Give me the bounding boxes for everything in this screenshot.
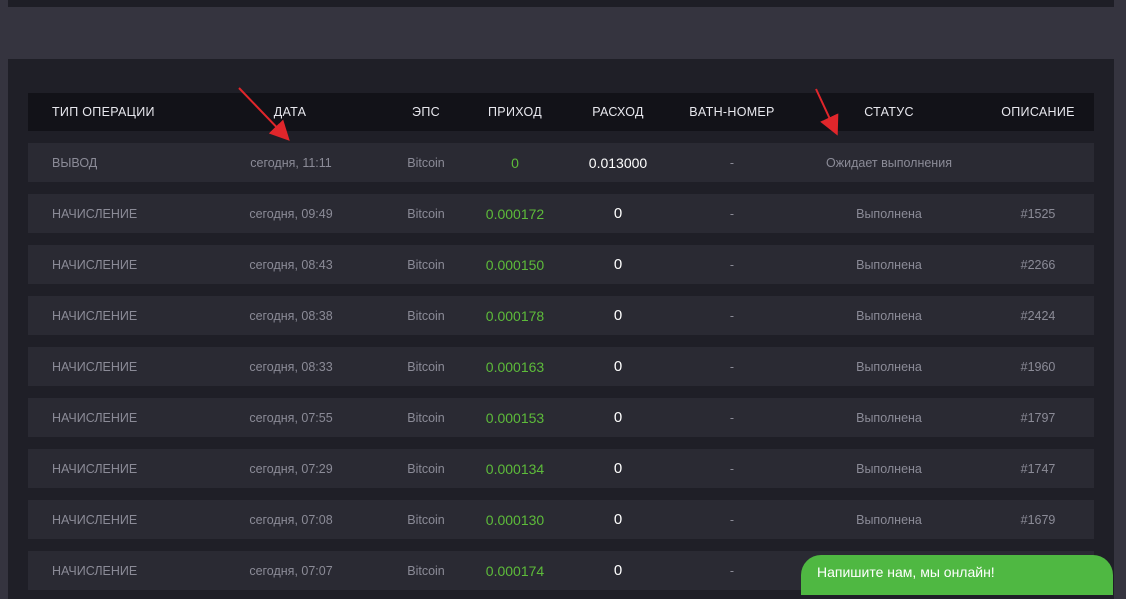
annotation-arrow-status: [815, 88, 839, 136]
annotation-arrows: [238, 87, 839, 141]
chat-widget-button[interactable]: Напишите нам, мы онлайн!: [801, 555, 1113, 595]
annotation-arrow-date: [238, 87, 290, 141]
